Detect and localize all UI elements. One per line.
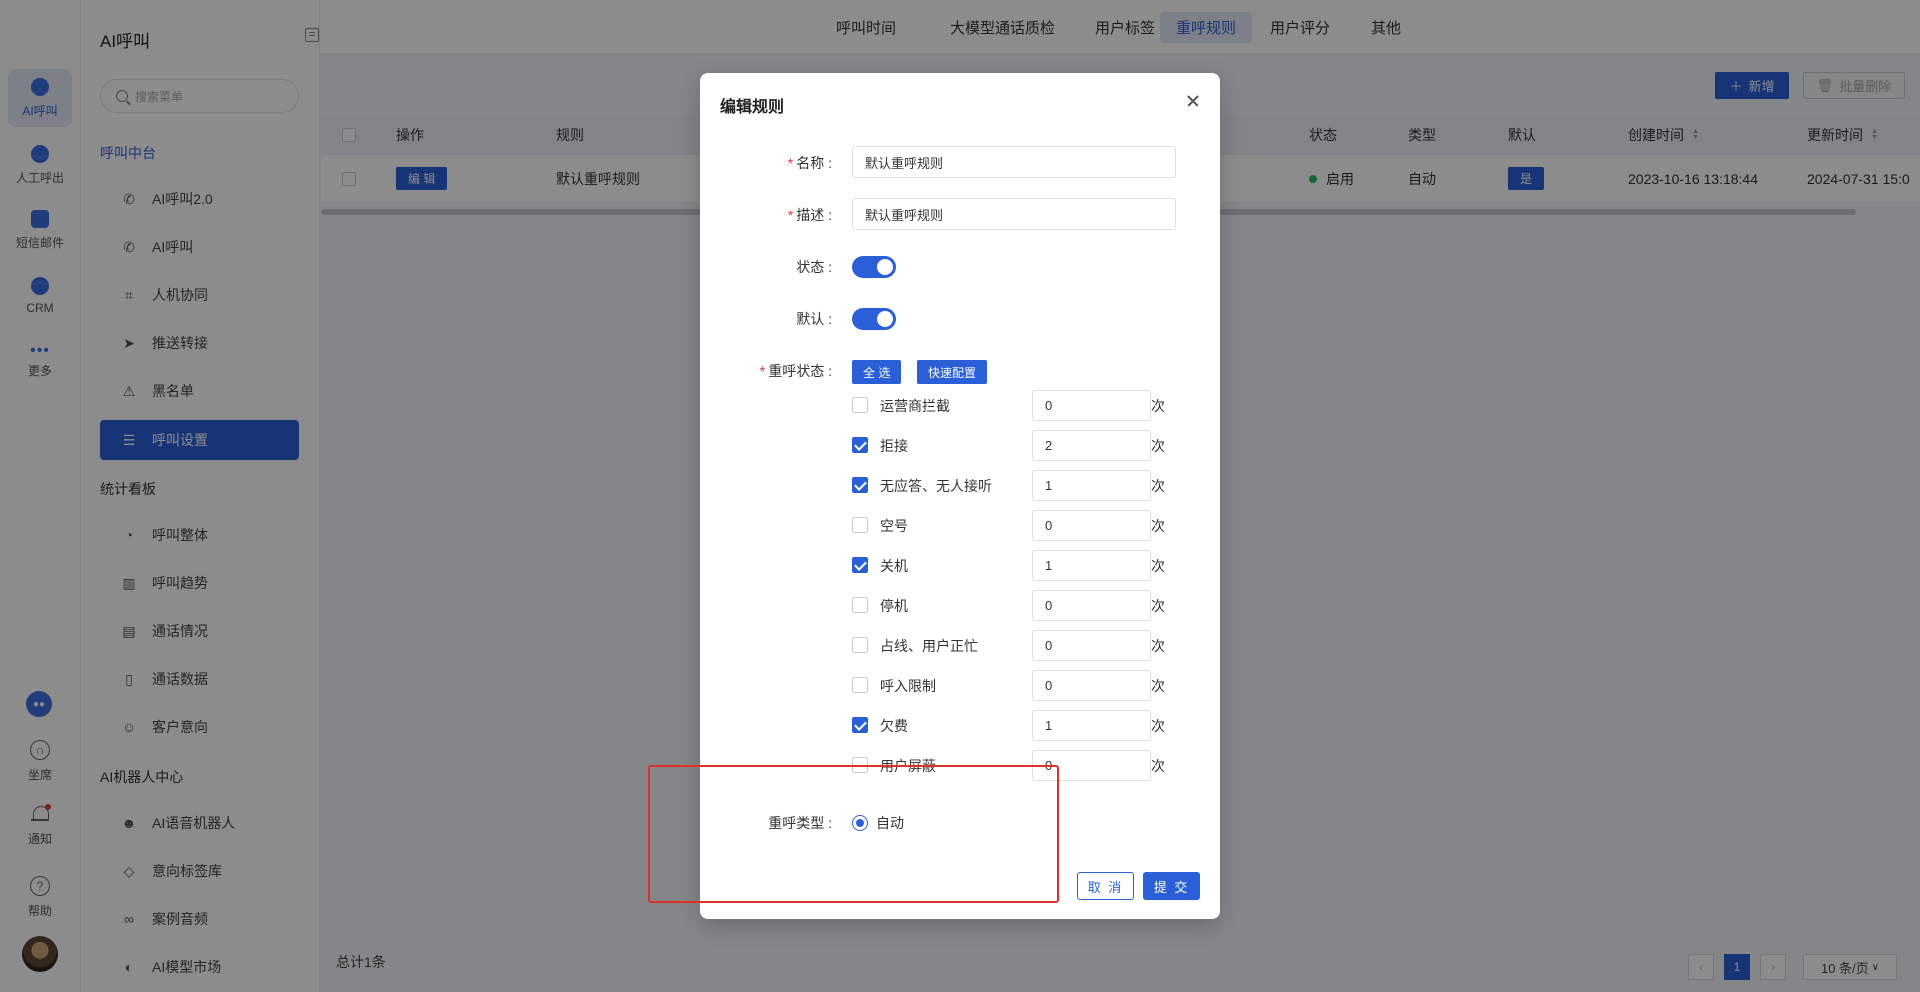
redial-count-input[interactable]: 0 — [1032, 510, 1151, 541]
description-input-value: 默认重呼规则 — [865, 207, 944, 223]
redial-status-label: 关机 — [880, 558, 908, 574]
redial-status-checkbox[interactable] — [852, 517, 868, 533]
status-field-label: 状态 : — [796, 259, 832, 275]
redial-count-input[interactable]: 1 — [1032, 470, 1151, 501]
name-field-label: * 名称 : — [787, 155, 832, 171]
redial-count-input[interactable]: 1 — [1032, 710, 1151, 741]
dialog-title: 编辑规则 — [720, 99, 785, 116]
name-input-value: 默认重呼规则 — [865, 155, 944, 171]
redial-count-input[interactable]: 2 — [1032, 430, 1151, 461]
name-input[interactable]: 默认重呼规则 — [852, 146, 1176, 178]
redial-status-checkbox[interactable] — [852, 437, 868, 453]
cancel-button[interactable]: 取 消 — [1077, 872, 1134, 900]
default-field-label: 默认 : — [796, 311, 832, 327]
redial-count-unit: 次 — [1151, 638, 1165, 654]
redial-count-unit: 次 — [1151, 478, 1165, 494]
redial-status-checkbox[interactable] — [852, 397, 868, 413]
redial-status-label: 欠费 — [880, 718, 908, 734]
redial-status-checkbox[interactable] — [852, 477, 868, 493]
annotation-highlight-box — [648, 765, 1059, 903]
redial-count-unit: 次 — [1151, 558, 1165, 574]
redial-status-label: 运营商拦截 — [880, 398, 950, 414]
desc-field-label: * 描述 : — [787, 207, 832, 223]
redial-count-input[interactable]: 0 — [1032, 590, 1151, 621]
redial-count-unit: 次 — [1151, 678, 1165, 694]
redial-status-checkbox[interactable] — [852, 717, 868, 733]
submit-button[interactable]: 提 交 — [1143, 872, 1200, 900]
status-toggle[interactable] — [852, 256, 896, 278]
redial-status-checkbox[interactable] — [852, 557, 868, 573]
redial-count-unit: 次 — [1151, 398, 1165, 414]
select-all-button[interactable]: 全 选 — [852, 360, 902, 384]
redial-status-label: 空号 — [880, 518, 908, 534]
description-input[interactable]: 默认重呼规则 — [852, 198, 1176, 230]
redial-status-checkbox[interactable] — [852, 677, 868, 693]
redial-status-checkbox[interactable] — [852, 637, 868, 653]
redial-count-unit: 次 — [1151, 438, 1165, 454]
redial-status-label: 无应答、无人接听 — [880, 478, 992, 494]
redial-status-label: 拒接 — [880, 438, 908, 454]
redial-count-unit: 次 — [1151, 758, 1165, 774]
default-toggle[interactable] — [852, 308, 896, 330]
quick-config-button[interactable]: 快速配置 — [917, 360, 988, 384]
redial-status-label: 占线、用户正忙 — [880, 638, 978, 654]
redial-count-input[interactable]: 1 — [1032, 550, 1151, 581]
redial-status-label: 呼入限制 — [880, 678, 936, 694]
redial-status-label: * 重呼状态 : — [759, 363, 832, 379]
redial-count-input[interactable]: 0 — [1032, 390, 1151, 421]
redial-status-label: 停机 — [880, 598, 908, 614]
redial-status-checkbox[interactable] — [852, 597, 868, 613]
redial-count-unit: 次 — [1151, 598, 1165, 614]
close-icon[interactable] — [1183, 91, 1203, 111]
redial-count-unit: 次 — [1151, 718, 1165, 734]
redial-count-input[interactable]: 0 — [1032, 630, 1151, 661]
redial-count-unit: 次 — [1151, 518, 1165, 534]
redial-count-input[interactable]: 0 — [1032, 670, 1151, 701]
